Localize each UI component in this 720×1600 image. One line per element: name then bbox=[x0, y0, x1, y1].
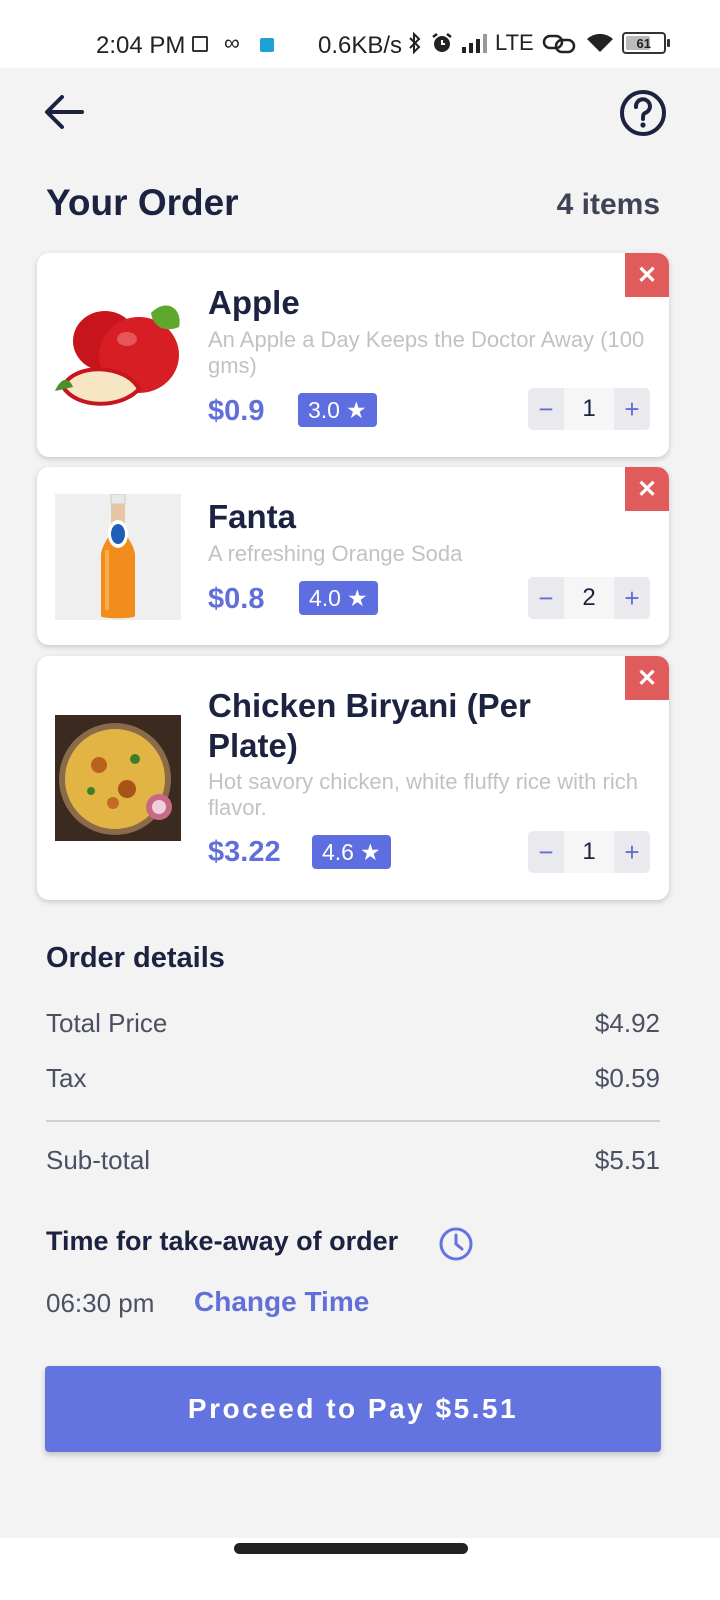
remove-item-button[interactable]: ✕ bbox=[625, 656, 669, 700]
rating-value: 3.0 bbox=[308, 396, 340, 423]
proceed-to-pay-button[interactable]: Proceed to Pay $5.51 bbox=[45, 1366, 661, 1452]
subtotal-label: Sub-total bbox=[46, 1145, 151, 1175]
bluetooth-icon bbox=[409, 32, 421, 54]
item-price: $3.22 bbox=[208, 836, 281, 868]
items-count: 4 items bbox=[556, 188, 660, 221]
increase-quantity-button[interactable]: + bbox=[614, 388, 650, 430]
battery-level: 61 bbox=[636, 35, 651, 51]
item-description: An Apple a Day Keeps the Doctor Away (10… bbox=[208, 327, 645, 378]
order-item-card: ✕ Apple An Apple a Day Keeps the Doctor … bbox=[37, 253, 669, 457]
close-icon: ✕ bbox=[636, 475, 658, 503]
item-name: Fanta bbox=[208, 498, 297, 535]
chicken-biryani-image bbox=[55, 715, 181, 841]
rating-value: 4.0 bbox=[309, 584, 341, 611]
quantity-value: 1 bbox=[564, 388, 614, 430]
star-icon: ★ bbox=[346, 584, 368, 611]
remove-item-button[interactable]: ✕ bbox=[625, 467, 669, 511]
infinity-icon: ∞ bbox=[224, 30, 240, 55]
pickup-time: 06:30 pm bbox=[46, 1288, 155, 1318]
signal-icon bbox=[462, 33, 487, 53]
item-price: $0.9 bbox=[208, 395, 265, 427]
status-bar: 2:04 PM ∞ 0.6KB/s LTE 61 bbox=[0, 0, 720, 68]
help-button[interactable] bbox=[618, 88, 668, 138]
star-icon: ★ bbox=[359, 838, 381, 865]
battery-icon: 61 bbox=[621, 32, 670, 54]
apple-image bbox=[55, 291, 181, 417]
total-price-value: $4.92 bbox=[594, 1008, 660, 1038]
page-title: Your Order bbox=[46, 182, 239, 223]
quantity-stepper: − 1 + bbox=[528, 388, 650, 430]
remove-item-button[interactable]: ✕ bbox=[625, 253, 669, 297]
close-icon: ✕ bbox=[636, 261, 658, 289]
quantity-value: 2 bbox=[564, 577, 614, 619]
order-item-card: ✕ Fanta A refreshing Orange Soda $0.8 4.… bbox=[37, 467, 669, 645]
change-time-link[interactable]: Change Time bbox=[194, 1286, 369, 1318]
item-description: Hot savory chicken, white fluffy rice wi… bbox=[208, 769, 638, 820]
alarm-icon bbox=[432, 33, 452, 52]
clock-icon bbox=[438, 1226, 474, 1262]
item-description: A refreshing Orange Soda bbox=[208, 541, 463, 566]
quantity-value: 1 bbox=[564, 831, 614, 873]
quantity-stepper: − 1 + bbox=[528, 831, 650, 873]
rating-value: 4.6 bbox=[322, 838, 354, 865]
status-time: 2:04 PM bbox=[96, 32, 186, 59]
order-item-card: ✕ Chicken Biryani (Per Plate) Hot savory… bbox=[37, 656, 669, 900]
fanta-bottle-image bbox=[55, 494, 181, 620]
rating-badge: 3.0 ★ bbox=[298, 393, 377, 427]
rating-badge: 4.0 ★ bbox=[299, 581, 378, 615]
notification-icon bbox=[192, 36, 208, 52]
subtotal-value: $5.51 bbox=[594, 1145, 660, 1175]
increase-quantity-button[interactable]: + bbox=[614, 831, 650, 873]
quantity-stepper: − 2 + bbox=[528, 577, 650, 619]
decrease-quantity-button[interactable]: − bbox=[528, 831, 564, 873]
increase-quantity-button[interactable]: + bbox=[614, 577, 650, 619]
item-name: Apple bbox=[208, 284, 300, 321]
tax-label: Tax bbox=[46, 1063, 87, 1093]
back-button[interactable] bbox=[40, 88, 88, 136]
link-icon bbox=[542, 34, 575, 54]
divider bbox=[46, 1120, 660, 1122]
network-type: LTE bbox=[495, 30, 534, 55]
item-name: Chicken Biryani (Per Plate) bbox=[208, 687, 531, 764]
rating-badge: 4.6 ★ bbox=[312, 835, 391, 869]
help-circle-icon bbox=[620, 90, 666, 136]
wifi-icon bbox=[586, 33, 613, 52]
arrow-left-icon bbox=[45, 95, 84, 129]
close-icon: ✕ bbox=[636, 664, 658, 692]
decrease-quantity-button[interactable]: − bbox=[528, 388, 564, 430]
order-details-title: Order details bbox=[46, 942, 225, 974]
home-indicator[interactable] bbox=[234, 1543, 468, 1554]
item-price: $0.8 bbox=[208, 583, 265, 615]
decrease-quantity-button[interactable]: − bbox=[528, 577, 564, 619]
network-speed: 0.6KB/s bbox=[318, 32, 403, 59]
tax-value: $0.59 bbox=[594, 1063, 660, 1093]
takeaway-time-title: Time for take-away of order bbox=[46, 1226, 399, 1256]
app-notification-icon bbox=[260, 38, 274, 52]
status-icons: LTE 61 bbox=[408, 30, 670, 56]
total-price-label: Total Price bbox=[46, 1008, 168, 1038]
star-icon: ★ bbox=[345, 396, 367, 423]
